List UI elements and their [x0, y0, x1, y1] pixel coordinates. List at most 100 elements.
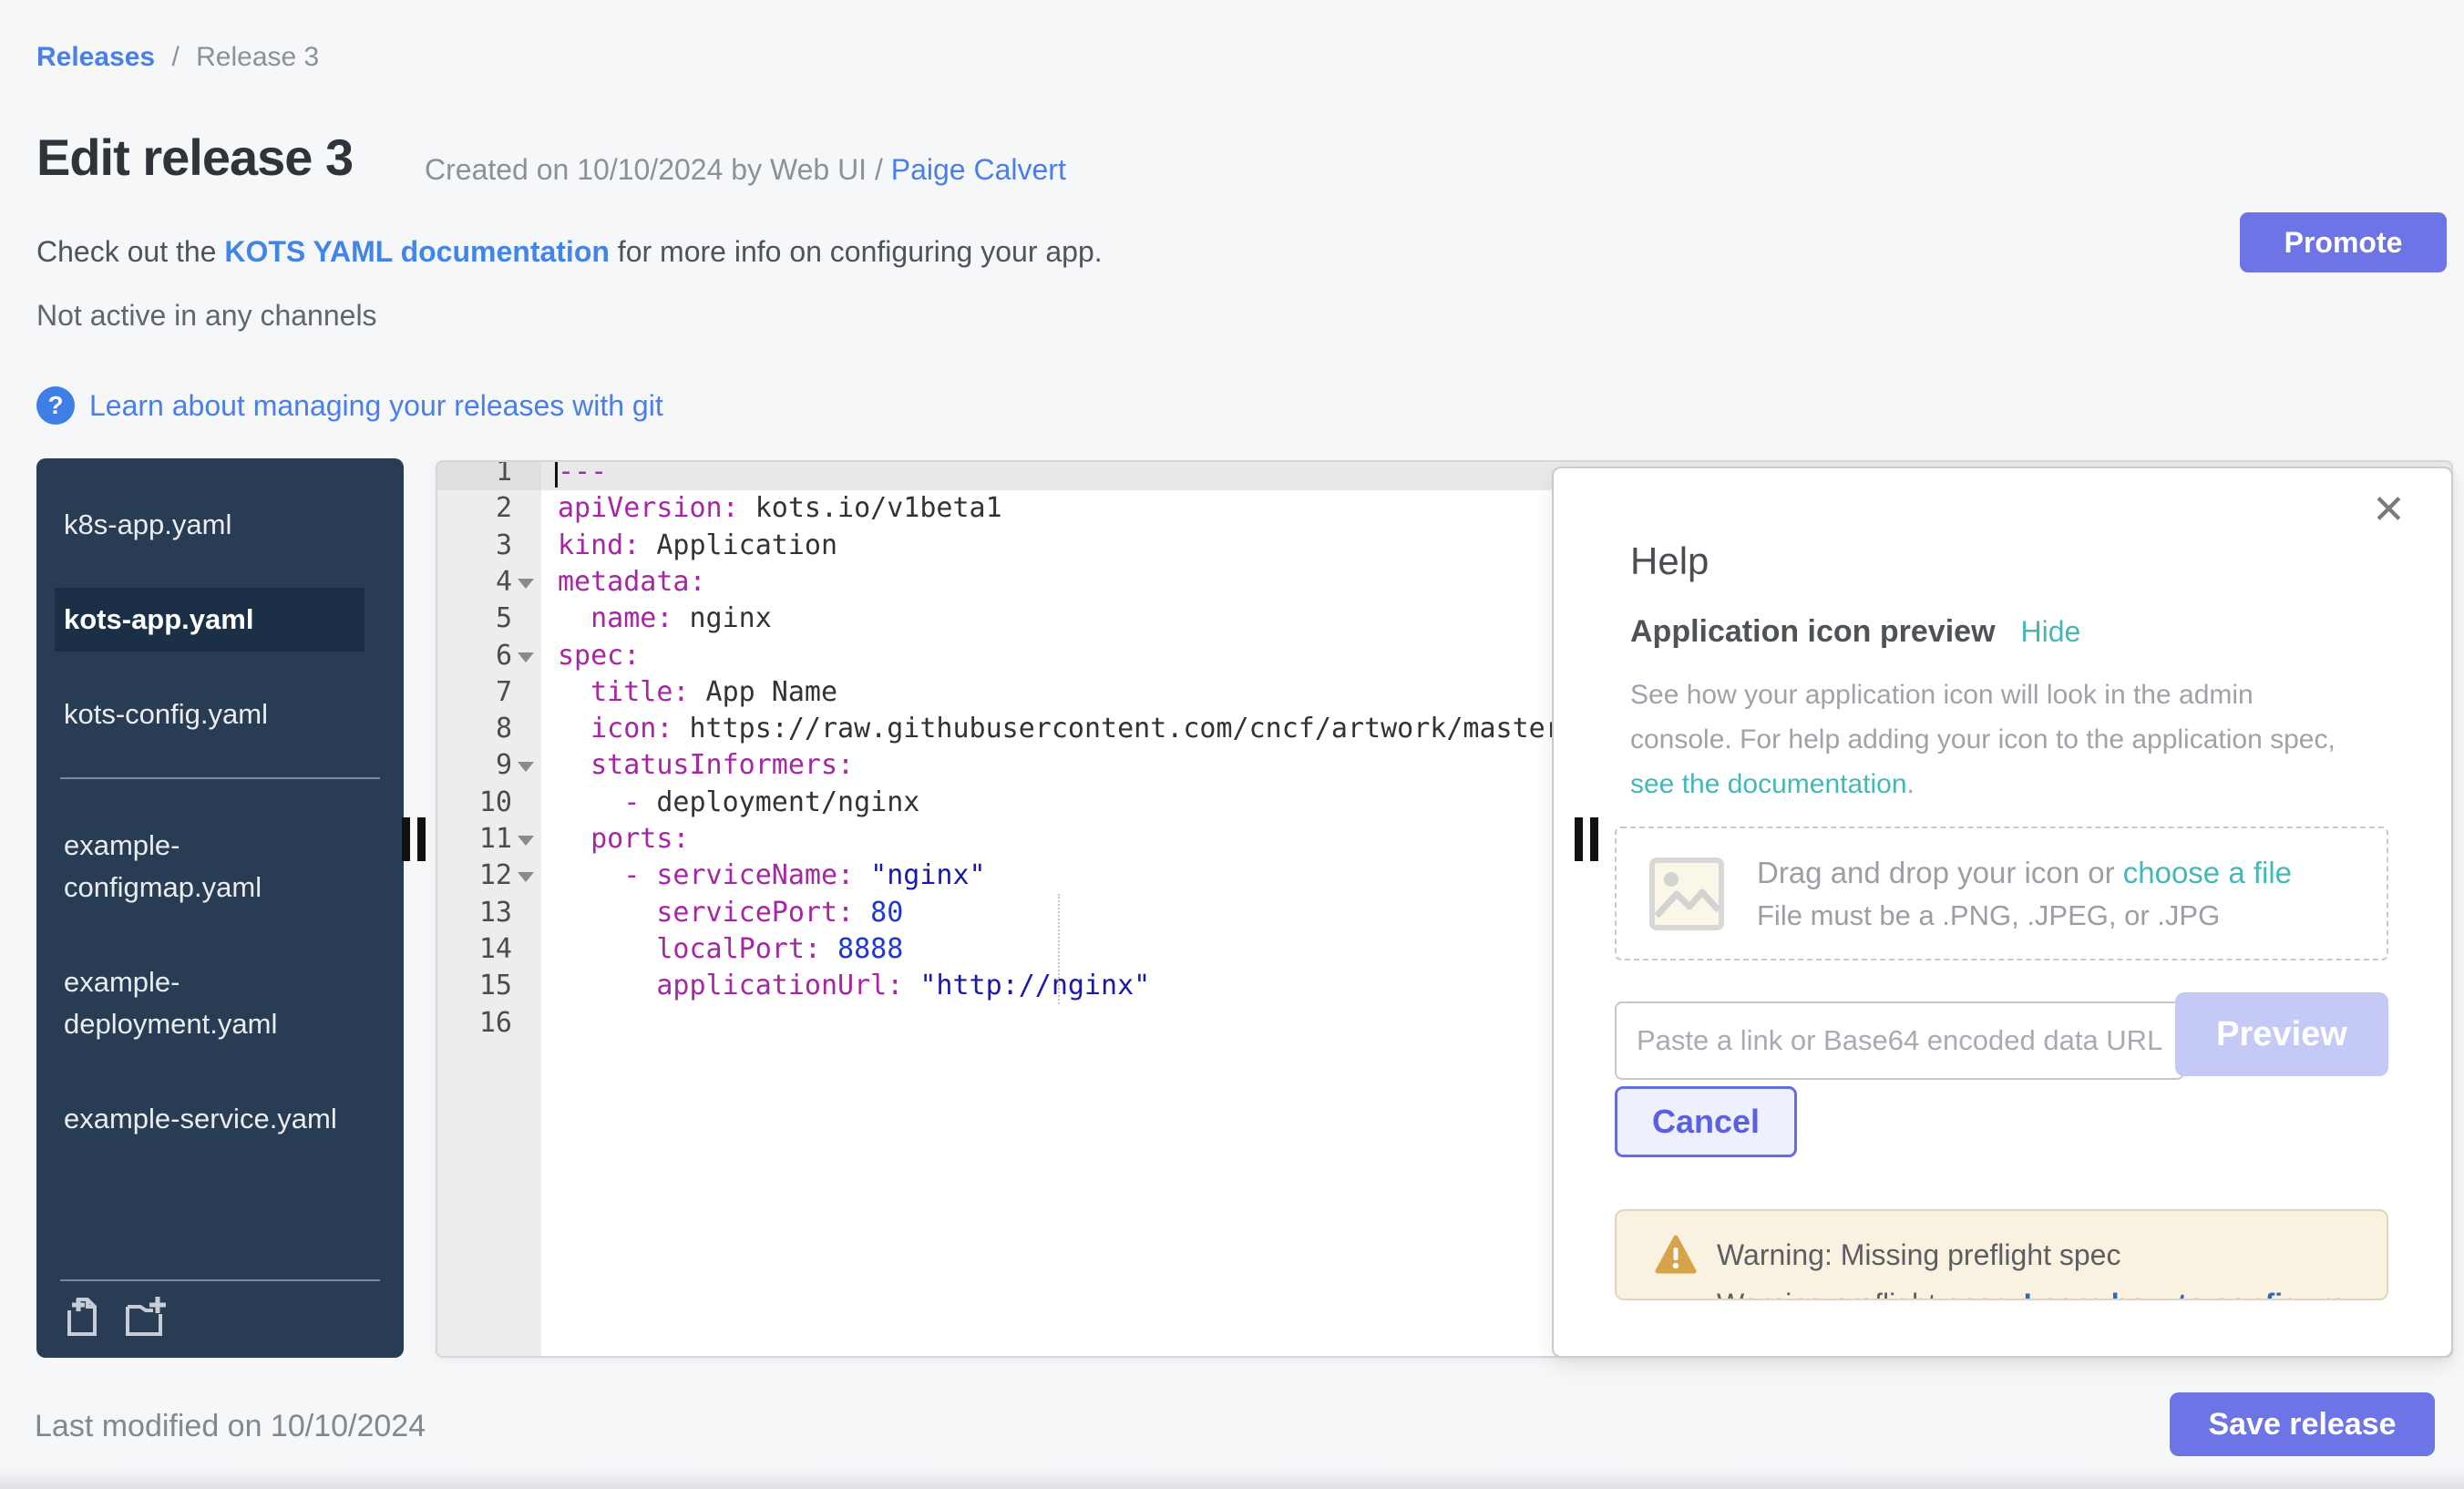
- breadcrumb: Releases / Release 3: [36, 42, 319, 73]
- cancel-button[interactable]: Cancel: [1615, 1086, 1797, 1157]
- fold-chevron-icon[interactable]: [518, 872, 534, 882]
- line-number: 10: [437, 784, 512, 821]
- preflight-warning: Warning: Missing preflight spec Warning …: [1615, 1209, 2388, 1300]
- code-text: icon: https://raw.githubusercontent.com/…: [558, 710, 1578, 747]
- breadcrumb-separator: /: [171, 42, 179, 72]
- line-number: 4: [437, 563, 512, 601]
- docs-line: Check out the KOTS YAML documentation fo…: [36, 235, 1103, 269]
- save-release-button[interactable]: Save release: [2170, 1392, 2435, 1456]
- line-number: 14: [437, 930, 512, 968]
- code-text: apiVersion: kots.io/v1beta1: [558, 489, 1002, 527]
- hide-link[interactable]: Hide: [2021, 615, 2081, 649]
- channel-status: Not active in any channels: [36, 299, 377, 333]
- code-text: metadata:: [558, 563, 706, 601]
- fold-chevron-icon[interactable]: [518, 652, 534, 662]
- code-text: spec:: [558, 637, 640, 674]
- line-number: 2: [437, 489, 512, 527]
- see-documentation-link[interactable]: see the documentation: [1630, 769, 1907, 799]
- icon-preview-section-header: Application icon preview Hide: [1630, 614, 2080, 650]
- icon-preview-title: Application icon preview: [1630, 614, 1996, 650]
- file-item-example-deployment.yaml[interactable]: example-deployment.yaml: [55, 950, 364, 1056]
- file-tree-divider: [60, 777, 380, 779]
- indent-guide: [1058, 894, 1060, 1004]
- line-number: 7: [437, 673, 512, 711]
- description-line: See how your application icon will look …: [1630, 673, 2336, 717]
- warning-detail: Warning preflight-spec. Learn how to con…: [1717, 1288, 2346, 1300]
- learn-configure-link[interactable]: Learn how to configure: [2024, 1288, 2346, 1300]
- question-circle-icon: ?: [36, 386, 75, 425]
- created-info: Created on 10/10/2024 by Web UI / Paige …: [425, 153, 1066, 187]
- icon-dropzone[interactable]: Drag and drop your icon or choose a file…: [1615, 827, 2388, 960]
- warning-title: Warning: Missing preflight spec: [1717, 1238, 2120, 1272]
- line-number: 3: [437, 527, 512, 564]
- code-text: localPort: 8888: [558, 930, 903, 968]
- choose-file-link[interactable]: choose a file: [2123, 856, 2292, 889]
- new-file-icon[interactable]: [60, 1296, 104, 1340]
- file-tree-sidebar: k8s-app.yaml kots-app.yaml kots-config.yam…: [36, 458, 404, 1358]
- warning-triangle-icon: [1655, 1235, 1697, 1275]
- promote-button[interactable]: Promote: [2240, 212, 2447, 272]
- code-text: - deployment/nginx: [558, 784, 919, 821]
- file-item-kots-app.yaml[interactable]: kots-app.yaml: [55, 588, 364, 652]
- icon-preview-description: See how your application icon will look …: [1630, 673, 2336, 806]
- file-item-example-service.yaml[interactable]: example-service.yaml: [55, 1087, 364, 1151]
- docs-text-after: for more info on configuring your app.: [610, 235, 1103, 268]
- page-title: Edit release 3: [36, 128, 353, 187]
- line-number: 11: [437, 820, 512, 857]
- created-text: Created on 10/10/2024 by Web UI /: [425, 153, 891, 186]
- dropzone-filetypes: File must be a .PNG, .JPEG, or .JPG: [1757, 899, 2292, 932]
- file-tree-bottom-group: example-configmap.yaml example-deployment…: [36, 814, 404, 1151]
- help-panel: ✕ Help Application icon preview Hide See…: [1552, 467, 2453, 1358]
- line-number: 5: [437, 600, 512, 637]
- line-number: 1: [437, 460, 512, 490]
- warning-detail-text: Warning preflight-spec.: [1717, 1288, 2024, 1300]
- line-number: 6: [437, 637, 512, 674]
- line-number: 9: [437, 746, 512, 784]
- fold-chevron-icon[interactable]: [518, 836, 534, 846]
- file-tree-top-group: k8s-app.yaml kots-app.yaml kots-config.yam…: [36, 493, 404, 746]
- release-editor-page: Releases / Release 3 Edit release 3 Crea…: [0, 0, 2464, 1489]
- fold-chevron-icon[interactable]: [518, 762, 534, 772]
- kots-yaml-docs-link[interactable]: KOTS YAML documentation: [224, 235, 610, 268]
- last-modified: Last modified on 10/10/2024: [35, 1409, 426, 1444]
- icon-url-input[interactable]: [1615, 1001, 2184, 1080]
- git-help-label: Learn about managing your releases with …: [89, 389, 663, 423]
- image-placeholder-icon: [1649, 857, 1724, 930]
- code-text: applicationUrl: "http://nginx": [558, 967, 1150, 1004]
- code-text: servicePort: 80: [558, 894, 903, 931]
- dropzone-text: Drag and drop your icon or choose a file…: [1757, 856, 2292, 932]
- code-text: ---: [558, 460, 607, 490]
- new-folder-icon[interactable]: [124, 1296, 168, 1340]
- bottom-edge-shadow: [0, 1469, 2464, 1489]
- dropzone-label: Drag and drop your icon or: [1757, 856, 2123, 889]
- breadcrumb-releases-link[interactable]: Releases: [36, 42, 155, 72]
- code-text: title: App Name: [558, 673, 837, 711]
- line-number: 12: [437, 857, 512, 894]
- close-icon[interactable]: ✕: [2372, 490, 2406, 530]
- code-text: statusInformers:: [558, 746, 854, 784]
- text-cursor: [555, 460, 558, 488]
- file-item-kots-config.yaml[interactable]: kots-config.yaml: [55, 683, 364, 746]
- preview-button[interactable]: Preview: [2175, 992, 2388, 1076]
- code-text: kind: Application: [558, 527, 837, 564]
- help-panel-title: Help: [1630, 539, 1709, 583]
- help-resize-handle[interactable]: [1575, 817, 1598, 861]
- description-period: .: [1907, 769, 1915, 799]
- line-number: 13: [437, 894, 512, 931]
- file-item-example-configmap.yaml[interactable]: example-configmap.yaml: [55, 814, 364, 919]
- code-text: ports:: [558, 820, 690, 857]
- description-line: console. For help adding your icon to th…: [1630, 717, 2336, 762]
- file-tree-actions: [60, 1279, 380, 1340]
- file-item-k8s-app.yaml[interactable]: k8s-app.yaml: [55, 493, 364, 557]
- code-text: - serviceName: "nginx": [558, 857, 986, 894]
- line-number: 15: [437, 967, 512, 1004]
- git-help-link[interactable]: ? Learn about managing your releases wit…: [36, 386, 663, 425]
- description-line: see the documentation.: [1630, 762, 2336, 806]
- fold-chevron-icon[interactable]: [518, 579, 534, 589]
- sidebar-resize-handle[interactable]: [402, 817, 426, 861]
- breadcrumb-current: Release 3: [196, 42, 319, 72]
- created-by-link[interactable]: Paige Calvert: [891, 153, 1066, 186]
- line-number: 16: [437, 1004, 512, 1042]
- code-text: name: nginx: [558, 600, 772, 637]
- docs-text-before: Check out the: [36, 235, 224, 268]
